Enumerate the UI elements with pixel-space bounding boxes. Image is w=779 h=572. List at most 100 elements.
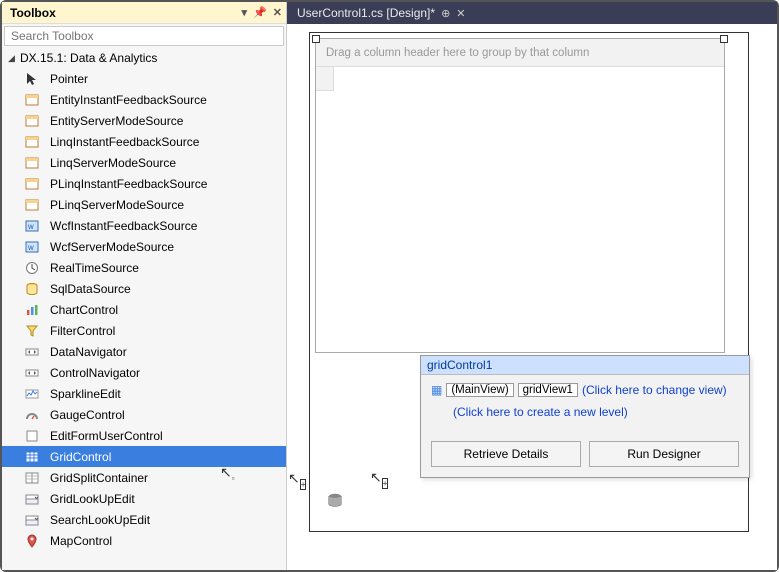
toolbox-category[interactable]: ◢ DX.15.1: Data & Analytics [2, 48, 286, 68]
toolbox-item-sqldatasource[interactable]: SqlDataSource [2, 278, 286, 299]
toolbox-item-list: Pointer EntityInstantFeedbackSource Entity… [2, 68, 286, 570]
toolbox-item-label: ControlNavigator [50, 366, 140, 380]
grid-designer-popup: gridControl1 ▦ (MainView) gridView1 (Cli… [420, 355, 750, 478]
toolbox-close-icon[interactable]: ✕ [273, 6, 282, 19]
cursor-icon: ↖+ [370, 469, 388, 488]
wcf-icon: W [24, 239, 40, 255]
toolbox-item-gridsplitcontainer[interactable]: GridSplitContainer [2, 467, 286, 488]
view-row: ▦ (MainView) gridView1 (Click here to ch… [431, 383, 739, 397]
toolbox-item-label: GridLookUpEdit [50, 492, 135, 506]
change-view-link[interactable]: (Click here to change view) [582, 383, 727, 397]
toolbox-item-datanavigator[interactable]: DataNavigator [2, 341, 286, 362]
toolbox-title: Toolbox [10, 6, 242, 20]
sql-icon [24, 281, 40, 297]
toolbox-item-label: SparklineEdit [50, 387, 121, 401]
toolbox-item-linqinstantfeedbacksource[interactable]: LinqInstantFeedbackSource [2, 131, 286, 152]
spark-icon [24, 386, 40, 402]
filter-icon [24, 323, 40, 339]
design-canvas[interactable]: Drag a column header here to group by th… [309, 32, 749, 532]
toolbox-item-pointer[interactable]: Pointer [2, 68, 286, 89]
toolbox-item-linqservermodesource[interactable]: LinqServerModeSource [2, 152, 286, 173]
toolbox-item-label: GaugeControl [50, 408, 125, 422]
toolbox-item-chartcontrol[interactable]: ChartControl [2, 299, 286, 320]
toolbox-item-gaugecontrol[interactable]: GaugeControl [2, 404, 286, 425]
split-icon [24, 470, 40, 486]
ds-icon [24, 155, 40, 171]
toolbox-item-wcfservermodesource[interactable]: W WcfServerModeSource [2, 236, 286, 257]
toolbox-item-entityservermodesource[interactable]: EntityServerModeSource [2, 110, 286, 131]
gauge-icon [24, 407, 40, 423]
toolbox-item-searchlookupedit[interactable]: SearchLookUpEdit [2, 509, 286, 530]
ds-icon [24, 134, 40, 150]
form-icon [24, 428, 40, 444]
chart-icon [24, 302, 40, 318]
toolbox-item-label: Pointer [50, 72, 88, 86]
gridview-tag[interactable]: gridView1 [518, 383, 578, 397]
toolbox-item-label: PLinqInstantFeedbackSource [50, 177, 207, 191]
toolbox-item-plinqinstantfeedbacksource[interactable]: PLinqInstantFeedbackSource [2, 173, 286, 194]
toolbox-item-label: EntityServerModeSource [50, 114, 183, 128]
toolbox-item-label: ChartControl [50, 303, 118, 317]
tab-close-icon[interactable]: ✕ [456, 7, 465, 20]
lookup-icon [24, 491, 40, 507]
lookup-icon [24, 512, 40, 528]
nav-icon [24, 365, 40, 381]
toolbox-item-gridlookupedit[interactable]: GridLookUpEdit [2, 488, 286, 509]
collapse-arrow-icon: ◢ [8, 53, 20, 64]
svg-text:W: W [28, 246, 34, 252]
toolbox-item-label: PLinqServerModeSource [50, 198, 184, 212]
toolbox-item-label: WcfInstantFeedbackSource [50, 219, 197, 233]
toolbox-item-label: GridControl [50, 450, 111, 464]
toolbox-item-sparklineedit[interactable]: SparklineEdit [2, 383, 286, 404]
ds-icon [24, 197, 40, 213]
toolbox-item-label: MapControl [50, 534, 112, 548]
toolbox-dropdown-icon[interactable]: ▾ [242, 6, 248, 19]
toolbox-item-label: SqlDataSource [50, 282, 131, 296]
toolbox-item-filtercontrol[interactable]: FilterControl [2, 320, 286, 341]
toolbox-item-label: WcfServerModeSource [50, 240, 174, 254]
toolbox-item-wcfinstantfeedbacksource[interactable]: W WcfInstantFeedbackSource [2, 215, 286, 236]
grid-control[interactable]: Drag a column header here to group by th… [315, 38, 725, 353]
design-area: UserControl1.cs [Design]* ⊕ ✕ Drag a col… [287, 2, 777, 570]
ds-icon [24, 113, 40, 129]
toolbox-pin-icon[interactable]: 📌 [253, 6, 267, 19]
toolbox-item-label: LinqInstantFeedbackSource [50, 135, 199, 149]
toolbox-item-label: GridSplitContainer [50, 471, 148, 485]
tab-pin-icon[interactable]: ⊕ [441, 7, 450, 20]
group-panel[interactable]: Drag a column header here to group by th… [316, 39, 724, 67]
document-tab-bar: UserControl1.cs [Design]* ⊕ ✕ [287, 2, 777, 24]
toolbox-item-label: RealTimeSource [50, 261, 139, 275]
toolbox-item-plinqservermodesource[interactable]: PLinqServerModeSource [2, 194, 286, 215]
toolbox-item-entityinstantfeedbacksource[interactable]: EntityInstantFeedbackSource [2, 89, 286, 110]
toolbox-item-editformusercontrol[interactable]: EditFormUserControl [2, 425, 286, 446]
toolbox-item-mapcontrol[interactable]: MapControl [2, 530, 286, 551]
svg-text:W: W [28, 225, 34, 231]
document-tab[interactable]: UserControl1.cs [Design]* ⊕ ✕ [287, 2, 472, 24]
group-panel-text: Drag a column header here to group by th… [326, 47, 589, 59]
toolbox-item-gridcontrol[interactable]: GridControl [2, 446, 286, 467]
toolbox-item-label: EntityInstantFeedbackSource [50, 93, 207, 107]
ds-icon [24, 92, 40, 108]
toolbox-item-realtimesource[interactable]: RealTimeSource [2, 257, 286, 278]
toolbox-item-label: DataNavigator [50, 345, 127, 359]
toolbox-item-label: LinqServerModeSource [50, 156, 176, 170]
create-level-link[interactable]: (Click here to create a new level) [453, 405, 628, 419]
rt-icon [24, 260, 40, 276]
grid-icon [24, 449, 40, 465]
map-icon [24, 533, 40, 549]
row-indicator [316, 67, 334, 91]
tab-label: UserControl1.cs [Design]* [297, 6, 435, 20]
toolbox-item-label: FilterControl [50, 324, 115, 338]
run-designer-button[interactable]: Run Designer [589, 441, 739, 467]
retrieve-details-button[interactable]: Retrieve Details [431, 441, 581, 467]
database-icon[interactable] [328, 493, 342, 507]
toolbox-header: Toolbox ▾ 📌 ✕ [2, 2, 286, 24]
grid-icon: ▦ [431, 383, 442, 397]
toolbox-item-label: EditFormUserControl [50, 429, 163, 443]
toolbox-search[interactable] [4, 26, 284, 46]
search-input[interactable] [5, 27, 283, 45]
popup-title: gridControl1 [421, 356, 749, 375]
toolbox-item-label: SearchLookUpEdit [50, 513, 150, 527]
toolbox-item-controlnavigator[interactable]: ControlNavigator [2, 362, 286, 383]
mainview-tag[interactable]: (MainView) [446, 383, 513, 397]
